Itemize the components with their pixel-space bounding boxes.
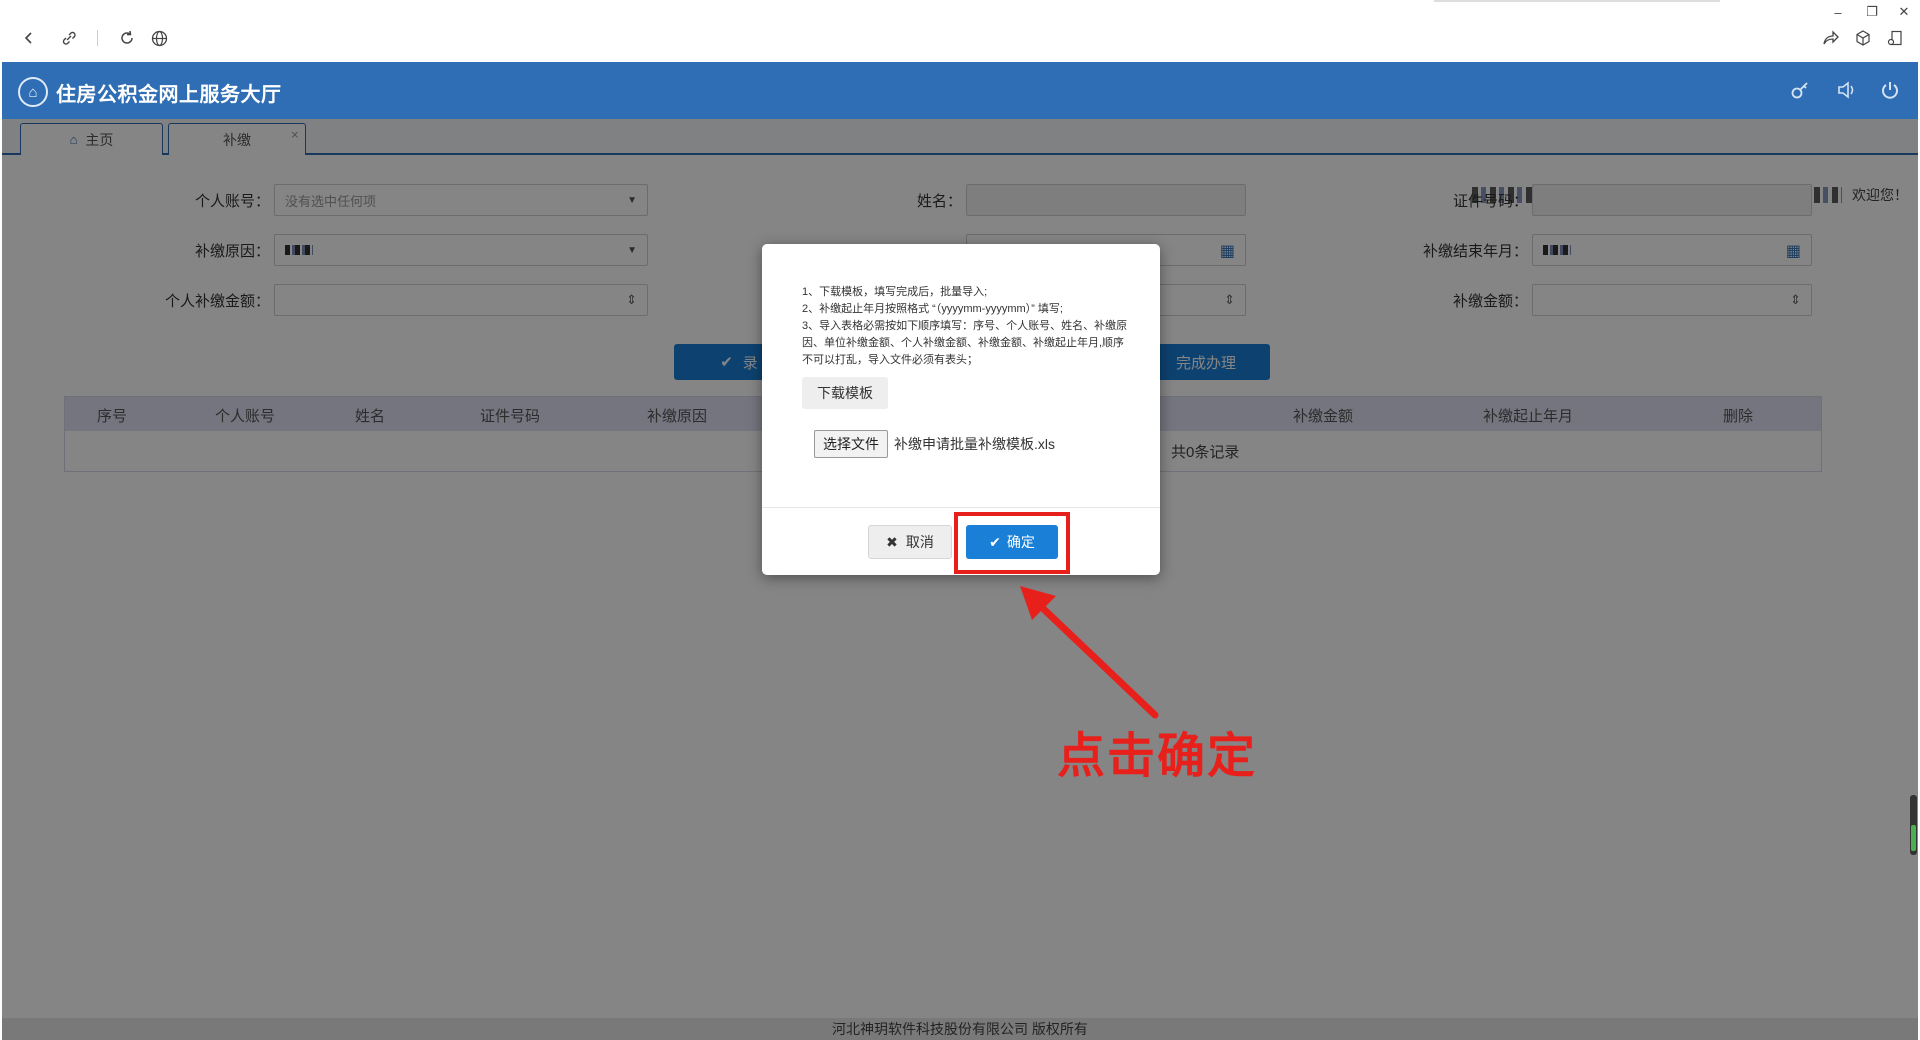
scrollbar-indicator: [1911, 825, 1916, 851]
browser-tab-strip: [1434, 0, 1720, 2]
speaker-icon[interactable]: [1832, 76, 1860, 104]
confirm-highlight-box: [954, 512, 1070, 574]
batch-import-dialog: 1、下载模板，填写完成后，批量导入; 2、补缴起止年月按照格式 “（yyyymm…: [762, 244, 1160, 575]
app-title: 住房公积金网上服务大厅: [56, 84, 282, 106]
back-icon[interactable]: [18, 27, 40, 49]
instruction-line: 2、补缴起止年月按照格式 “（yyyymm-yyyymm）” 填写;: [802, 303, 1063, 315]
dialog-divider: [762, 507, 1160, 508]
share-icon[interactable]: [1820, 27, 1842, 49]
cancel-label: 取消: [905, 534, 934, 550]
close-icon[interactable]: ✕: [1892, 2, 1916, 22]
power-icon[interactable]: [1876, 76, 1904, 104]
cancel-button[interactable]: ✖ 取消: [868, 525, 952, 559]
annotation-arrow-icon: [1020, 586, 1159, 719]
restore-icon[interactable]: ❐: [1860, 2, 1884, 22]
close-icon: ✖: [886, 533, 898, 550]
minimize-icon[interactable]: –: [1826, 2, 1850, 22]
sidebar-panel-icon[interactable]: [1884, 27, 1906, 49]
link-icon[interactable]: [58, 27, 80, 49]
toolbar-divider: [97, 30, 98, 46]
download-template-button[interactable]: 下载模板: [802, 377, 888, 409]
import-instructions: 1、下载模板，填写完成后，批量导入; 2、补缴起止年月按照格式 “（yyyymm…: [802, 284, 1132, 369]
key-icon[interactable]: [1786, 76, 1814, 104]
annotation-hint: 点击确定: [1057, 730, 1258, 783]
home-logo-icon: ⌂: [18, 77, 48, 107]
instruction-line: 1、下载模板，填写完成后，批量导入;: [802, 286, 988, 298]
instruction-line: 3、导入表格必需按如下顺序填写：序号、个人账号、姓名、补缴原因、单位补缴金额、个…: [802, 320, 1128, 366]
browser-toolbar: – ❐ ✕: [0, 0, 1920, 62]
file-picker: 选择文件 补缴申请批量补缴模板.xls: [814, 430, 1055, 458]
selected-file-name: 补缴申请批量补缴模板.xls: [894, 436, 1055, 452]
app-header: ⌂ 住房公积金网上服务大厅: [2, 62, 1918, 119]
extension-cube-icon[interactable]: [1852, 27, 1874, 49]
reload-icon[interactable]: [116, 27, 138, 49]
choose-file-button[interactable]: 选择文件: [814, 430, 888, 458]
globe-icon[interactable]: [148, 27, 170, 49]
